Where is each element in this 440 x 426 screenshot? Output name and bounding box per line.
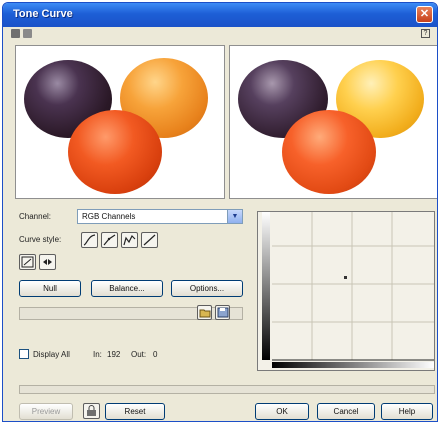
flip-curve-button[interactable] [39, 254, 56, 270]
red-ball [68, 110, 162, 194]
lock-icon [87, 405, 96, 416]
tone-curve-graph[interactable] [257, 211, 435, 371]
open-preset-button[interactable] [197, 305, 212, 320]
curve-style-freehand-button[interactable] [121, 232, 138, 248]
curve-icon [83, 234, 96, 246]
red-ball [282, 110, 376, 194]
progress-bar [19, 385, 435, 394]
curve-style-gamma-button[interactable] [141, 232, 158, 248]
output-readout-value: 0 [153, 350, 158, 359]
context-help-icon[interactable]: ? [421, 29, 430, 38]
result-preview[interactable] [229, 45, 437, 199]
ok-button[interactable]: OK [255, 403, 309, 420]
gamma-curve-icon [143, 234, 156, 246]
options-button[interactable]: Options... [171, 280, 243, 297]
channel-select[interactable]: RGB Channels ▼ [77, 209, 243, 224]
save-preset-button[interactable] [215, 305, 230, 320]
title-bar[interactable]: Tone Curve ✕ [3, 3, 437, 27]
input-readout-value: 192 [107, 350, 121, 359]
curve-grid [262, 212, 434, 368]
channel-label: Channel: [19, 212, 52, 221]
balance-button[interactable]: Balance... [91, 280, 163, 297]
chevron-down-icon[interactable]: ▼ [227, 210, 242, 223]
disk-icon [217, 307, 229, 318]
input-readout-label: In: [93, 350, 102, 359]
linear-curve-icon [103, 234, 116, 246]
display-all-label: Display All [33, 350, 70, 359]
flip-icon [43, 259, 52, 265]
tone-curve-dialog: Tone Curve ✕ ? Channel: RGB Channels ▼ C… [2, 2, 438, 422]
help-button[interactable]: Help [381, 403, 433, 420]
close-icon: ✕ [419, 8, 430, 20]
curve-style-linear-button[interactable] [101, 232, 118, 248]
preview-button[interactable]: Preview [19, 403, 73, 420]
folder-icon [199, 309, 211, 318]
cancel-button[interactable]: Cancel [317, 403, 375, 420]
channel-value: RGB Channels [82, 212, 136, 221]
curve-style-label: Curve style: [19, 235, 62, 244]
original-preview[interactable] [15, 45, 225, 199]
output-readout-label: Out: [131, 350, 147, 359]
full-preview-icon[interactable] [23, 29, 32, 38]
display-all-checkbox[interactable] [19, 349, 29, 359]
preview-toolstrip: ? [3, 27, 437, 41]
curve-style-curve-button[interactable] [81, 232, 98, 248]
split-preview-icon[interactable] [11, 29, 20, 38]
null-button[interactable]: Null [19, 280, 81, 297]
invert-icon [21, 256, 34, 268]
close-button[interactable]: ✕ [416, 6, 433, 23]
lock-preview-button[interactable] [83, 403, 100, 419]
freehand-curve-icon [123, 234, 136, 246]
reset-button[interactable]: Reset [105, 403, 165, 420]
invert-curve-button[interactable] [19, 254, 36, 270]
dialog-title: Tone Curve [13, 8, 73, 20]
